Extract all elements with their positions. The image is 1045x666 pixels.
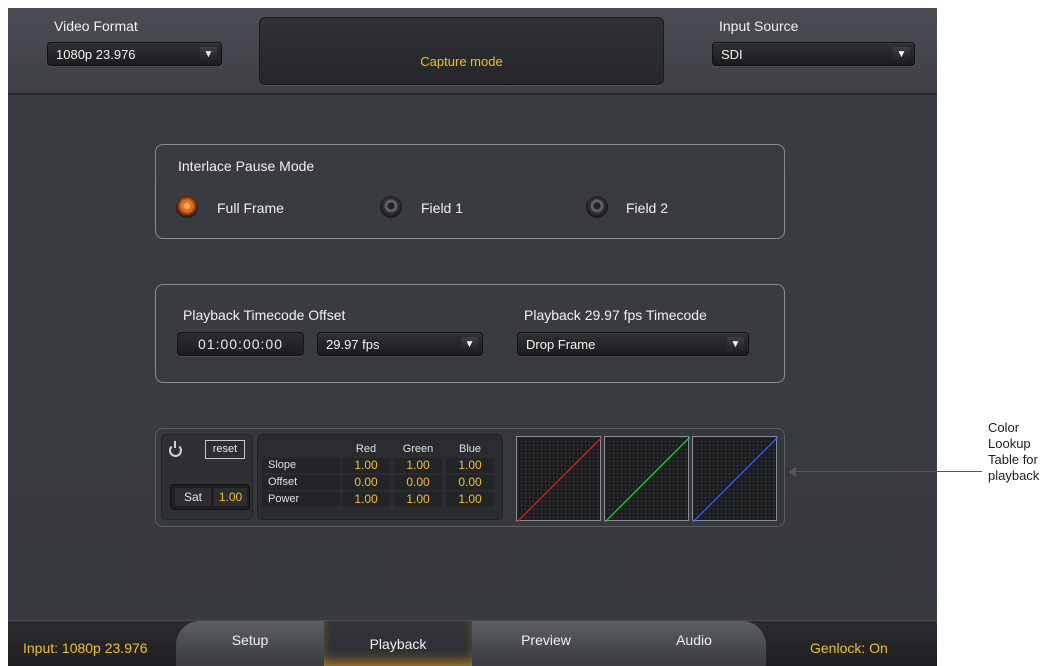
sat-label: Sat [175, 488, 211, 506]
tab-setup[interactable]: Setup [176, 621, 324, 666]
drop-frame-value: Drop Frame [526, 337, 596, 352]
offset-green[interactable]: 0.00 [394, 475, 442, 490]
power-green[interactable]: 1.00 [394, 492, 442, 507]
power-icon[interactable] [169, 441, 182, 457]
interlace-pause-panel: Interlace Pause Mode Full Frame Field 1 … [155, 144, 785, 239]
tab-audio[interactable]: Audio [620, 621, 766, 666]
blue-curve-line [693, 437, 778, 522]
radio-field-1[interactable] [380, 196, 402, 218]
timecode-offset-label: Playback Timecode Offset [183, 307, 346, 323]
video-format-value: 1080p 23.976 [56, 47, 136, 62]
tab-preview[interactable]: Preview [472, 621, 620, 666]
red-curve-graph[interactable] [516, 436, 602, 522]
tab-preview-label: Preview [521, 632, 571, 648]
color-lut-panel: reset Sat 1.00 Red Green Blue Slope 1.00… [155, 428, 785, 527]
tab-bar: Setup Playback Preview Audio [176, 621, 766, 666]
drop-frame-label: Playback 29.97 fps Timecode [524, 307, 707, 323]
input-status: Input: 1080p 23.976 [23, 640, 148, 656]
chevron-down-icon: ▼ [727, 337, 744, 353]
app-window: Video Format 1080p 23.976 ▼ Capture mode… [8, 8, 937, 666]
sat-value[interactable]: 1.00 [214, 488, 247, 506]
radio-full-frame[interactable] [176, 196, 198, 218]
interlace-pause-title: Interlace Pause Mode [178, 158, 315, 174]
lut-controls: reset Sat 1.00 [161, 434, 253, 520]
blue-curve-graph[interactable] [692, 436, 778, 522]
input-source-value: SDI [721, 47, 743, 62]
drop-frame-dropdown[interactable]: Drop Frame ▼ [517, 332, 749, 356]
timecode-offset-input[interactable]: 01:00:00:00 [177, 332, 304, 356]
tab-playback-label: Playback [369, 636, 427, 652]
timecode-panel: Playback Timecode Offset 01:00:00:00 29.… [155, 284, 785, 383]
chevron-down-icon: ▼ [200, 47, 217, 63]
tab-audio-label: Audio [676, 632, 712, 648]
offset-red[interactable]: 0.00 [342, 475, 390, 490]
callout-line-1: Color [988, 420, 1020, 435]
footer-bar: Input: 1080p 23.976 Setup Playback Previ… [8, 620, 937, 666]
chevron-down-icon: ▼ [893, 47, 910, 63]
full-frame-label: Full Frame [217, 200, 284, 216]
reset-button[interactable]: reset [205, 440, 245, 459]
radio-field-2[interactable] [586, 196, 608, 218]
status-display: Capture mode [259, 17, 664, 85]
callout-text: Color Lookup Table for playback [988, 420, 1039, 484]
field-1-label: Field 1 [421, 200, 464, 216]
power-red[interactable]: 1.00 [342, 492, 390, 507]
header-bar: Video Format 1080p 23.976 ▼ Capture mode… [8, 8, 937, 95]
input-source-dropdown[interactable]: SDI ▼ [712, 42, 915, 66]
callout-arrowhead [788, 467, 796, 477]
genlock-status: Genlock: On [810, 640, 888, 656]
callout-line-4: playback [988, 468, 1040, 483]
green-curve-line [605, 437, 690, 522]
power-blue[interactable]: 1.00 [446, 492, 494, 507]
saturation-control: Sat 1.00 [170, 484, 250, 510]
fps-value: 29.97 fps [326, 337, 380, 352]
field-2-label: Field 2 [626, 200, 669, 216]
offset-blue[interactable]: 0.00 [446, 475, 494, 490]
tab-playback[interactable]: Playback [324, 621, 472, 666]
video-format-label: Video Format [54, 18, 138, 34]
callout-line [792, 471, 982, 472]
status-text: Capture mode [420, 54, 503, 69]
fps-dropdown[interactable]: 29.97 fps ▼ [317, 332, 483, 356]
slope-green[interactable]: 1.00 [394, 458, 442, 473]
column-header-blue: Blue [458, 443, 482, 455]
red-curve-line [517, 437, 602, 522]
video-format-dropdown[interactable]: 1080p 23.976 ▼ [47, 42, 222, 66]
green-curve-graph[interactable] [604, 436, 690, 522]
callout-line-2: Lookup [988, 436, 1031, 451]
lut-parameter-table: Red Green Blue Slope 1.00 1.00 1.00 Offs… [257, 434, 503, 520]
column-header-green: Green [402, 443, 434, 455]
slope-red[interactable]: 1.00 [342, 458, 390, 473]
column-header-red: Red [355, 443, 377, 455]
tab-setup-label: Setup [231, 632, 269, 648]
row-label-slope: Slope [262, 458, 340, 473]
timecode-offset-value: 01:00:00:00 [198, 336, 283, 352]
callout-line-3: Table for [988, 452, 1038, 467]
chevron-down-icon: ▼ [461, 337, 478, 353]
slope-blue[interactable]: 1.00 [446, 458, 494, 473]
input-source-label: Input Source [719, 18, 799, 34]
row-label-offset: Offset [262, 475, 340, 490]
row-label-power: Power [262, 492, 340, 507]
